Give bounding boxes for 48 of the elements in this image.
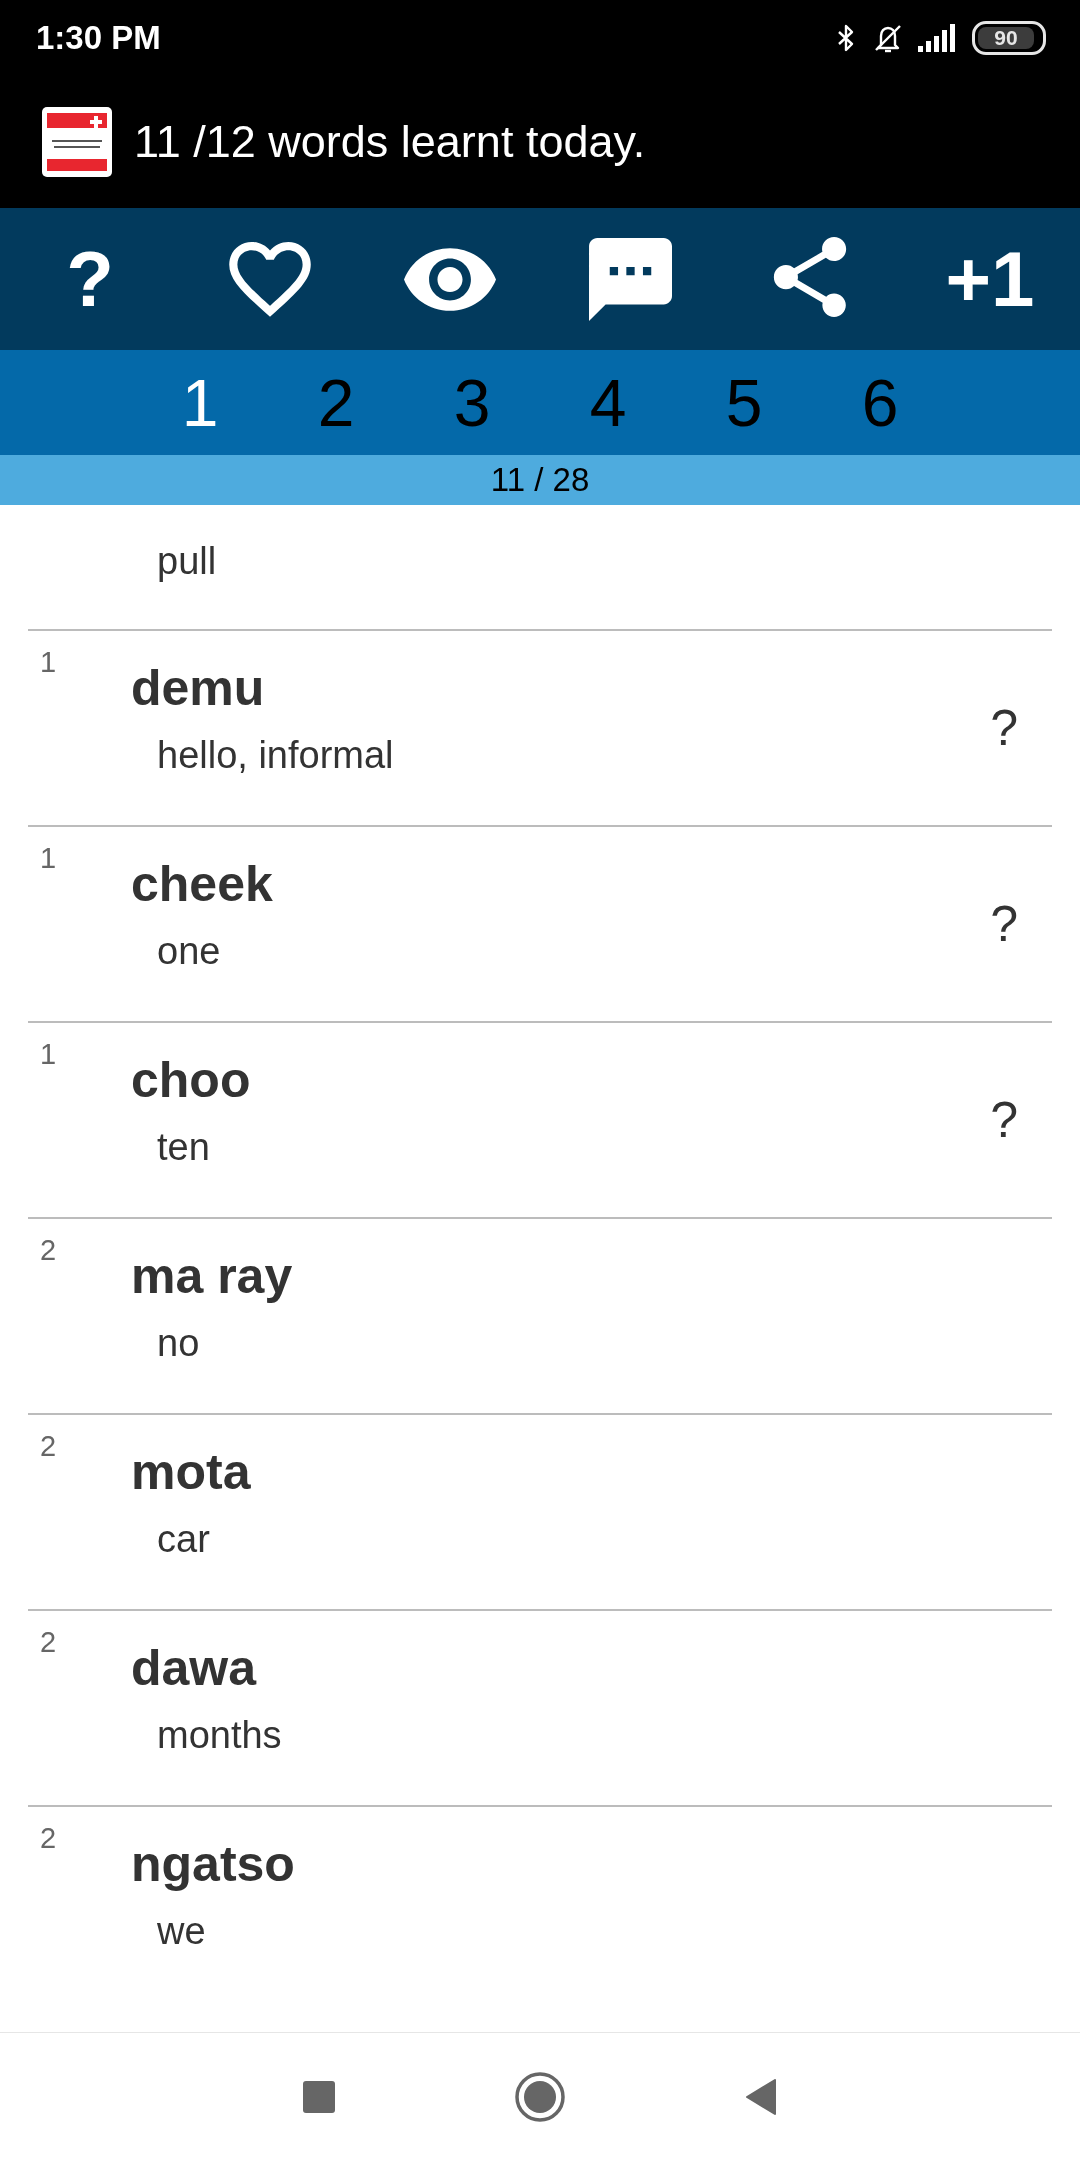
chat-bubble-button[interactable] xyxy=(588,237,672,321)
status-time: 1:30 PM xyxy=(36,19,161,57)
word-text: ma ray xyxy=(131,1247,293,1305)
meaning-text: ten xyxy=(156,1125,210,1169)
word-text: ngatso xyxy=(131,1835,295,1893)
signal-icon xyxy=(918,24,958,52)
row-number: 1 xyxy=(40,1038,57,1070)
row-number: 2 xyxy=(40,1234,57,1266)
progress-count: 11 / 28 xyxy=(490,461,590,499)
battery-level-text: 90 xyxy=(978,27,1034,49)
app-title: 11 /12 words learnt today. xyxy=(134,116,646,168)
plus-one-button[interactable]: +1 xyxy=(945,236,1035,322)
heart-button[interactable] xyxy=(229,241,311,317)
row-number: 1 xyxy=(40,842,57,874)
meaning-text: one xyxy=(156,929,221,973)
meaning-text: car xyxy=(156,1517,210,1561)
word-text: demu xyxy=(131,659,265,717)
meaning-text: months xyxy=(156,1713,282,1757)
row-number: 2 xyxy=(40,1626,57,1658)
level-tab[interactable]: 4 xyxy=(540,350,676,455)
meaning-text: hello, informal xyxy=(156,733,394,777)
word-text: cheek xyxy=(131,855,273,913)
app-logo-icon xyxy=(42,107,112,177)
chat-bubble-icon xyxy=(588,237,672,321)
row-number: 1 xyxy=(40,646,57,678)
recents-icon[interactable] xyxy=(303,2080,335,2113)
help-button[interactable]: ? xyxy=(66,236,114,322)
level-tab[interactable]: 1 xyxy=(132,350,268,455)
level-tab[interactable]: 3 xyxy=(404,350,540,455)
word-text: mota xyxy=(131,1443,251,1501)
eye-icon xyxy=(404,247,496,311)
question-mark: ? xyxy=(990,699,1018,757)
word-text: dawa xyxy=(131,1639,257,1697)
level-tab[interactable]: 2 xyxy=(268,350,404,455)
eye-button[interactable] xyxy=(404,247,496,311)
row-number: 2 xyxy=(40,1822,57,1854)
row-number: 2 xyxy=(40,1430,57,1462)
level-tab[interactable]: 5 xyxy=(676,350,812,455)
question-mark: ? xyxy=(990,1091,1018,1149)
heart-icon xyxy=(229,241,311,317)
word-text: choo xyxy=(131,1051,251,1109)
meaning-text: we xyxy=(156,1909,206,1953)
meaning-text: no xyxy=(156,1321,200,1365)
back-icon[interactable] xyxy=(745,2078,777,2115)
question-mark: ? xyxy=(990,895,1018,953)
level-tab[interactable]: 6 xyxy=(812,350,948,455)
meaning-text: pull xyxy=(156,539,217,583)
home-icon[interactable] xyxy=(515,2071,565,2122)
